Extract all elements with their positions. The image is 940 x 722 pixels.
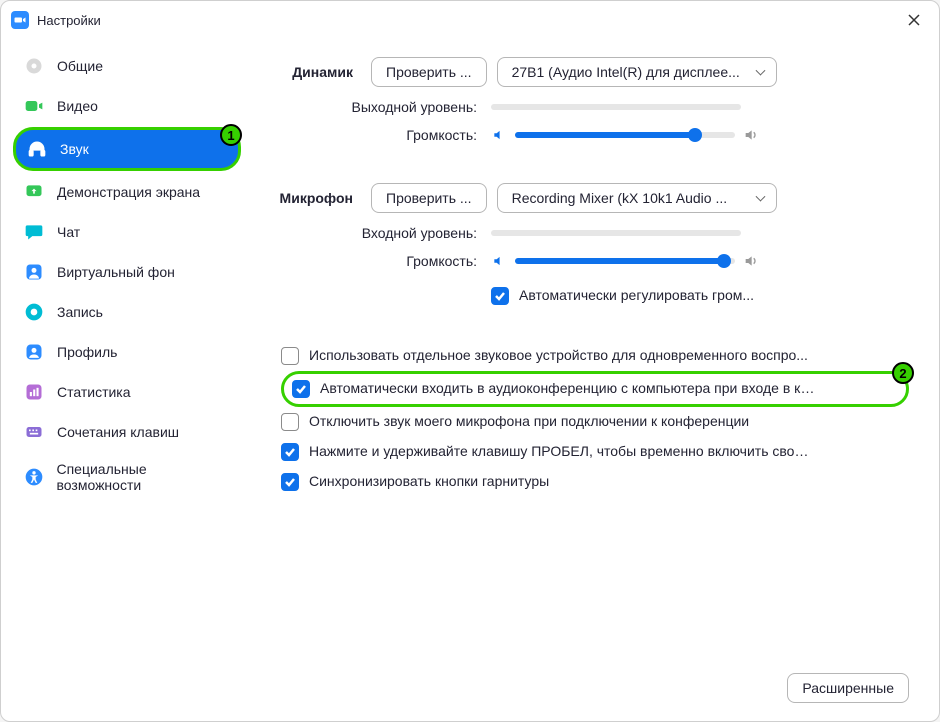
- separate-audio-device-checkbox[interactable]: [281, 347, 299, 365]
- recording-icon: [23, 301, 45, 323]
- input-level-meter: [491, 230, 741, 236]
- input-level-label: Входной уровень:: [261, 225, 491, 241]
- output-level-meter: [491, 104, 741, 110]
- sidebar-item-recording[interactable]: Запись: [13, 293, 241, 331]
- annotation-highlight-2: Автоматически входить в аудиоконференцию…: [281, 371, 909, 407]
- sidebar-item-label: Профиль: [57, 344, 117, 360]
- mute-on-join-label: Отключить звук моего микрофона при подкл…: [309, 413, 749, 429]
- sync-headset-label: Синхронизировать кнопки гарнитуры: [309, 473, 549, 489]
- sidebar-item-chat[interactable]: Чат: [13, 213, 241, 251]
- video-icon: [23, 95, 45, 117]
- speaker-device-select[interactable]: 27B1 (Аудио Intel(R) для дисплее...: [497, 57, 777, 87]
- sidebar-item-accessibility[interactable]: Специальные возможности: [13, 453, 241, 501]
- mic-section-label: Микрофон: [261, 190, 371, 206]
- volume-high-icon: [743, 127, 759, 143]
- auto-adjust-volume-label: Автоматически регулировать гром...: [519, 287, 754, 303]
- sidebar-item-label: Специальные возможности: [56, 461, 231, 493]
- mic-volume-label: Громкость:: [261, 253, 491, 269]
- annotation-badge-2: 2: [892, 362, 914, 384]
- sidebar-item-virtual-background[interactable]: Виртуальный фон: [13, 253, 241, 291]
- sidebar-item-share-screen[interactable]: Демонстрация экрана: [13, 173, 241, 211]
- headphones-icon: [26, 138, 48, 160]
- app-icon: [11, 11, 29, 29]
- gear-icon: [23, 55, 45, 77]
- auto-adjust-volume-checkbox[interactable]: [491, 287, 509, 305]
- sidebar-item-label: Демонстрация экрана: [57, 184, 200, 200]
- advanced-button[interactable]: Расширенные: [787, 673, 909, 703]
- speaker-volume-slider[interactable]: [515, 132, 735, 138]
- sidebar-item-label: Видео: [57, 98, 98, 114]
- mic-device-select[interactable]: Recording Mixer (kX 10k1 Audio ...: [497, 183, 777, 213]
- sidebar-item-label: Запись: [57, 304, 103, 320]
- volume-low-icon: [491, 127, 507, 143]
- speaker-volume-label: Громкость:: [261, 127, 491, 143]
- push-to-talk-checkbox[interactable]: [281, 443, 299, 461]
- sidebar-item-label: Звук: [60, 141, 89, 157]
- sync-headset-checkbox[interactable]: [281, 473, 299, 491]
- sidebar-item-video[interactable]: Видео: [13, 87, 241, 125]
- settings-window: Настройки Общие Видео: [0, 0, 940, 722]
- test-mic-button[interactable]: Проверить ...: [371, 183, 487, 213]
- sidebar-item-audio[interactable]: Звук 1: [13, 127, 241, 171]
- separate-audio-device-label: Использовать отдельное звуковое устройст…: [309, 347, 808, 363]
- volume-low-icon: [491, 253, 507, 269]
- mute-on-join-checkbox[interactable]: [281, 413, 299, 431]
- auto-join-audio-checkbox[interactable]: [292, 380, 310, 398]
- keyboard-icon: [23, 421, 45, 443]
- mic-volume-slider[interactable]: [515, 258, 735, 264]
- titlebar: Настройки: [1, 1, 939, 39]
- chat-icon: [23, 221, 45, 243]
- sidebar-item-label: Общие: [57, 58, 103, 74]
- profile-icon: [23, 341, 45, 363]
- sidebar-item-statistics[interactable]: Статистика: [13, 373, 241, 411]
- output-level-label: Выходной уровень:: [261, 99, 491, 115]
- window-title: Настройки: [37, 13, 101, 28]
- sidebar: Общие Видео Звук 1 Демонстрация экрана: [1, 39, 251, 721]
- sidebar-item-label: Статистика: [57, 384, 131, 400]
- share-screen-icon: [23, 181, 45, 203]
- sidebar-item-keyboard-shortcuts[interactable]: Сочетания клавиш: [13, 413, 241, 451]
- content-panel: Динамик Проверить ... 27B1 (Аудио Intel(…: [251, 39, 939, 721]
- close-button[interactable]: [899, 5, 929, 35]
- test-speaker-button[interactable]: Проверить ...: [371, 57, 487, 87]
- annotation-badge-1: 1: [220, 124, 242, 146]
- sidebar-item-label: Сочетания клавиш: [57, 424, 179, 440]
- accessibility-icon: [23, 466, 44, 488]
- sidebar-item-label: Виртуальный фон: [57, 264, 175, 280]
- statistics-icon: [23, 381, 45, 403]
- speaker-section-label: Динамик: [261, 64, 371, 80]
- sidebar-item-general[interactable]: Общие: [13, 47, 241, 85]
- auto-join-audio-label: Автоматически входить в аудиоконференцию…: [320, 380, 820, 396]
- virtual-background-icon: [23, 261, 45, 283]
- volume-high-icon: [743, 253, 759, 269]
- sidebar-item-label: Чат: [57, 224, 80, 240]
- sidebar-item-profile[interactable]: Профиль: [13, 333, 241, 371]
- push-to-talk-label: Нажмите и удерживайте клавишу ПРОБЕЛ, чт…: [309, 443, 809, 459]
